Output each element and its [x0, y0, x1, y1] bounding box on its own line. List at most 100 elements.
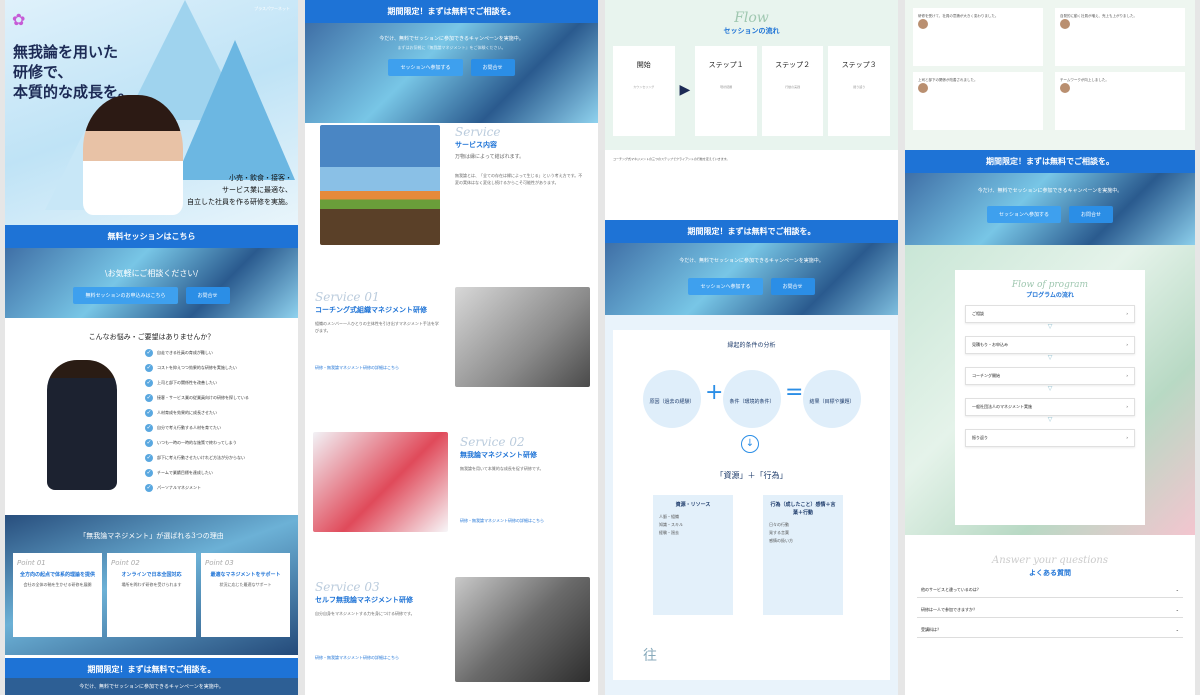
list-item: ✓ 自分で考え行動する人材を育てたい [145, 423, 221, 432]
lotus-logo-icon[interactable]: ✿ [12, 10, 34, 29]
faq-title: よくある質問 [1029, 569, 1071, 577]
chevron-right-icon: › [1126, 342, 1128, 347]
chevron-down-icon: ⌄ [1175, 587, 1179, 592]
hero-tagline: 小売・飲食・接客・ サービス業に最適な、 自立した社員を作る研修を実施。 [187, 174, 292, 206]
point-card: Point 01 全方向の起点で体系的理論を提供 会社の全体の軸を生かせる研修を… [13, 553, 102, 637]
service-link[interactable]: 研修・無我論マネジメント研修の詳細はこちら [460, 518, 590, 524]
triangle-down-icon: ▽ [1047, 385, 1053, 392]
campaign-text: 今だけ、無料でセッションに参加できるキャンペーンを実施中。 [679, 258, 824, 264]
campaign-band: 今だけ、無料でセッションに参加できるキャンペーンを実施中。 まずはお気軽に『無我… [305, 23, 598, 123]
step-card: ステップ１ 現状把握 [695, 46, 757, 136]
list-item: ✓ コストを抑えつつ効果的な研修を実施したい [145, 363, 237, 372]
triangle-down-icon: ▽ [1047, 354, 1053, 361]
program-section: Flow of program プログラムの流れ ご相談 › ▽ 見積もり・お申込… [905, 245, 1195, 535]
hero: ✿ プラスパワーネット 無我論を用いた 研修で、 本質的な成長を。 小売・飲食・… [5, 0, 298, 225]
flow-title: セッションの流れ [723, 27, 780, 35]
businessman-photo [47, 360, 117, 490]
testimonial-card: 研修を受けて、社員の意識が大きく変わりました。 [913, 8, 1043, 66]
triangle-down-icon: ▽ [1047, 416, 1053, 423]
service-section: Service サービス内容 万物は縁によって結ばれます。 無我論とは、「全ての… [305, 120, 598, 280]
footer-glyph: 往 [643, 648, 657, 664]
service-link[interactable]: 研修・無我論マネジメント研修の詳細はこちら [315, 655, 445, 661]
reasons-title: 「無我論マネジメント」が選ばれる3つの理由 [79, 532, 224, 540]
step-card: ステップ３ 振り返り [828, 46, 890, 136]
arrow-down-icon: ↓ [741, 435, 759, 453]
hero-woman-photo [83, 95, 183, 215]
service-01: Service 01 コーチング式組織マネジメント研修 組織のメンバー一人ひとり… [305, 285, 598, 425]
condition-circle: 条件（環境的条件） [723, 370, 781, 428]
flow-note: コーチング式マネジメントの三つのステップでクライアントの行動を変えていきます。 [613, 157, 730, 161]
contact-button[interactable]: お問合せ [1069, 206, 1114, 223]
landing-column-3: Flow セッションの流れ 開始 カウンセリング ▶ ステップ１ 現状把握 ステップ… [605, 0, 898, 695]
chevron-right-icon: › [1126, 311, 1128, 316]
result-circle: 結果（目標や課題） [803, 370, 861, 428]
limited-bar: 期間限定！まずは無料でご相談を。 [605, 220, 898, 243]
landing-column-2: 期間限定！まずは無料でご相談を。 今だけ、無料でセッションに参加できるキャンペー… [305, 0, 598, 695]
check-icon: ✓ [145, 438, 153, 447]
figures-image [313, 432, 448, 532]
list-item: ✓ 自走できる社員の育成が難しい [145, 348, 213, 357]
contact-button[interactable]: お問合せ [770, 278, 815, 295]
session-button[interactable]: 無料セッションのお申込みはこちら [73, 287, 178, 304]
step-card: 開始 カウンセリング [613, 46, 675, 136]
service-link[interactable]: 研修・無我論マネジメント研修の詳細はこちら [315, 365, 445, 371]
list-item: ✓ パーソナルマネジメント [145, 483, 201, 492]
chevron-right-icon: › [1126, 435, 1128, 440]
program-step[interactable]: 見積もり・お申込み › [965, 336, 1135, 354]
landing-column-4: 研修を受けて、社員の意識が大きく変わりました。 自発的に動く社員が増え、売上も上… [905, 0, 1195, 695]
laptop-man-image [455, 577, 590, 682]
point-card: Point 02 オンラインで日本全国対応 場所を問わず研修を受けられます [107, 553, 196, 637]
campaign-subtext: まずはお気軽に『無我論マネジメント』をご体験ください。 [397, 45, 506, 50]
faq-item[interactable]: 他のサービスと違っているのは？ ⌄ [917, 583, 1183, 598]
consult-band: \お気軽にご相談ください/ 無料セッションのお申込みはこちら お問合せ [5, 248, 298, 318]
formula: 「資源」＋「行為」 [715, 471, 788, 480]
testimonial-card: 上司と部下の関係が改善されました。 [913, 72, 1043, 130]
check-icon: ✓ [145, 363, 153, 372]
program-step[interactable]: ご相談 › [965, 305, 1135, 323]
resource-box: 資源・リソース 人脈・組織 知識・スキル 経験・過去 [653, 495, 733, 615]
free-session-bar: 無料セッションはこちら [5, 225, 298, 248]
chevron-right-icon: › [1126, 373, 1128, 378]
faq-section: Answer your questions よくある質問 他のサービスと違ってい… [905, 555, 1195, 638]
consult-text: \お気軽にご相談ください/ [104, 269, 199, 278]
triangle-down-icon: ▽ [1047, 323, 1053, 330]
arrow-right-icon: ▶ [679, 82, 691, 98]
equals-icon: = [785, 380, 804, 405]
program-step[interactable]: コーチング開始 › [965, 367, 1135, 385]
avatar [1060, 19, 1070, 29]
check-icon: ✓ [145, 348, 153, 357]
contact-button[interactable]: お問合せ [185, 287, 230, 304]
session-button[interactable]: セッションへ参加する [986, 206, 1061, 223]
worry-list: ✓ 自走できる社員の育成が難しい ✓ コストを抑えつつ効果的な研修を実施したい ✓ 上… [145, 345, 295, 495]
testimonial-card: 自発的に動く社員が増え、売上も上がりました。 [1055, 8, 1185, 66]
list-item: ✓ 上司と部下の関係性を改善したい [145, 378, 217, 387]
list-item: ✓ 接客・サービス業の従業員向けの研修を探している [145, 393, 249, 402]
check-icon: ✓ [145, 453, 153, 462]
check-icon: ✓ [145, 378, 153, 387]
action-box: 行為（成したこと）感情＋言葉＋行動 日々の行動 発する言葉 感情の扱い方 [763, 495, 843, 615]
limited-bar: 期間限定！まずは無料でご相談を。 [905, 150, 1195, 173]
campaign-text: 今だけ、無料でセッションに参加できるキャンペーンを実施中。 [977, 188, 1123, 194]
program-step[interactable]: 一般社団法人のマネジメント実施 › [965, 398, 1135, 416]
limited-bar: 期間限定！まずは無料でご相談を。 [305, 0, 598, 23]
session-button[interactable]: セッションへ参加する [388, 59, 463, 76]
session-button[interactable]: セッションへ参加する [688, 278, 763, 295]
contact-button[interactable]: お問合せ [470, 59, 515, 76]
testimonials: 研修を受けて、社員の意識が大きく変わりました。 自発的に動く社員が増え、売上も上… [905, 0, 1195, 150]
faq-item[interactable]: 研修は一人で参加できますか？ ⌄ [917, 603, 1183, 618]
chevron-down-icon: ⌄ [1175, 627, 1179, 632]
analysis-section: 縁起的条件の分析 原因（過去の経験） + 条件（環境的条件） = 結果（目標や課… [605, 315, 898, 695]
step-card: ステップ２ 行動の実践 [761, 46, 824, 136]
flow-section: Flow セッションの流れ 開始 カウンセリング ▶ ステップ１ 現状把握 ステップ… [605, 0, 898, 150]
list-item: ✓ 部下に考え行動させたいけれど方法が分からない [145, 453, 245, 462]
check-icon: ✓ [145, 393, 153, 402]
testimonial-card: チームワークが向上しました。 [1055, 72, 1185, 130]
campaign-text: 今だけ、無料でセッションに参加できるキャンペーンを実施中。 [379, 36, 524, 42]
flower-image [320, 125, 440, 245]
faq-item[interactable]: 受講料は？ ⌄ [917, 623, 1183, 638]
program-step[interactable]: 振り返り › [965, 429, 1135, 447]
program-title: プログラムの流れ [1026, 292, 1074, 299]
avatar [1060, 83, 1070, 93]
service-title: サービス内容 [455, 141, 497, 149]
worry-title: こんなお悩み・ご要望はありませんか？ [88, 333, 215, 341]
